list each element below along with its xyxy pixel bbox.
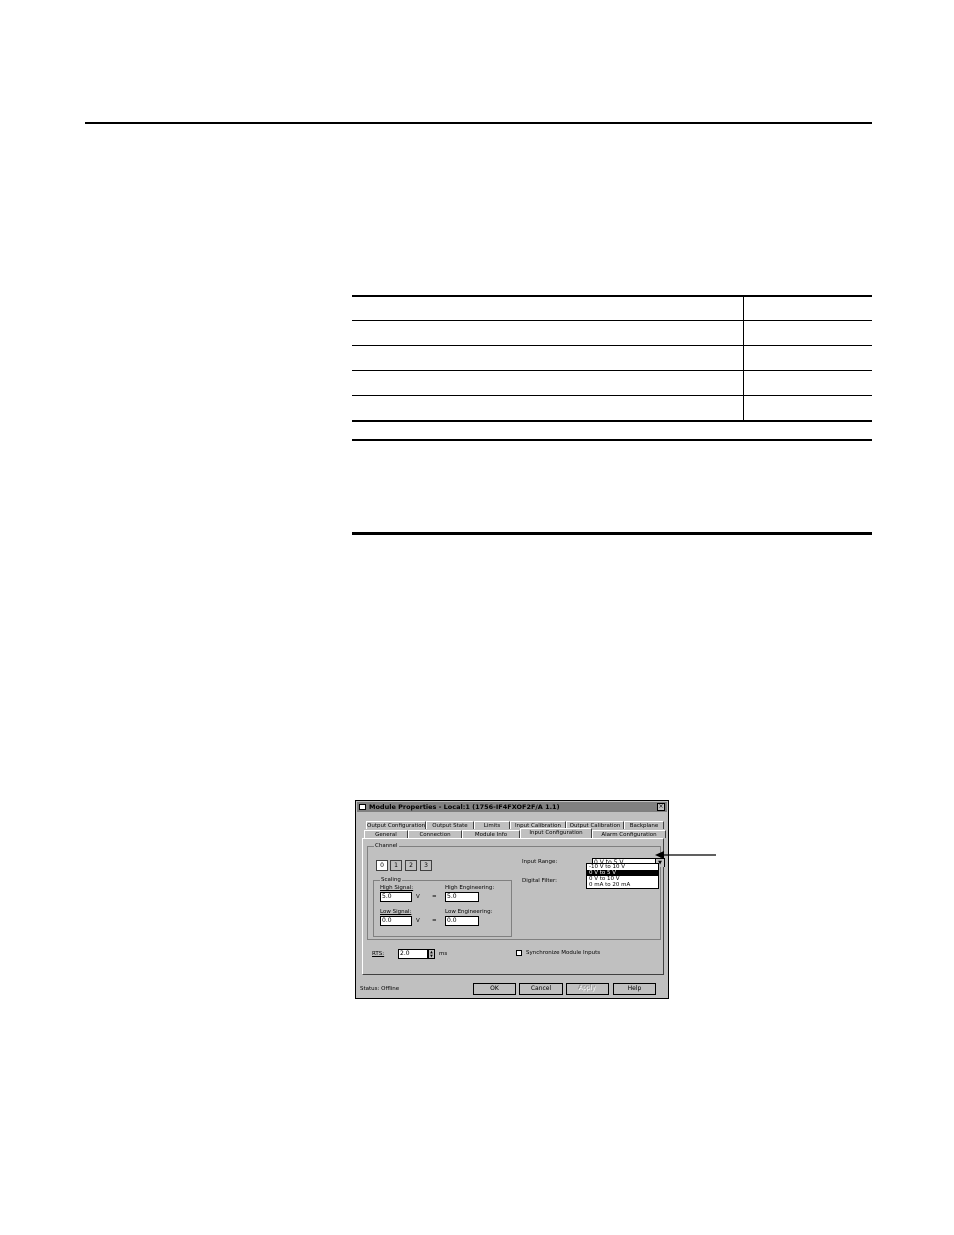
rts-label: RTS:	[372, 951, 385, 957]
callout-arrow-icon	[655, 851, 716, 859]
title-bar: Module Properties - Local:1 (1756-IF4FXO…	[357, 802, 667, 812]
note-top-rule	[352, 439, 872, 441]
high-engineering-label: High Engineering:	[445, 885, 495, 891]
table-column-divider	[743, 296, 744, 421]
tab-limits[interactable]: Limits	[474, 821, 510, 829]
scaling-group-label: Scaling	[380, 877, 402, 883]
sync-module-inputs-checkbox[interactable]	[516, 950, 522, 956]
digital-filter-label: Digital Filter:	[522, 878, 557, 884]
close-button[interactable]: ×	[657, 803, 665, 811]
input-range-option[interactable]: 0 mA to 20 mA	[587, 882, 658, 888]
channel-0-button[interactable]: 0	[376, 860, 388, 871]
tab-module-info[interactable]: Module Info	[462, 830, 520, 838]
high-signal-unit: V	[416, 894, 420, 900]
low-signal-label: Low Signal:	[380, 909, 412, 915]
tab-output-state[interactable]: Output State	[426, 821, 474, 829]
channel-3-button[interactable]: 3	[420, 860, 432, 871]
high-signal-input[interactable]: 5.0	[380, 892, 412, 902]
module-properties-dialog: Module Properties - Local:1 (1756-IF4FXO…	[355, 800, 669, 999]
rts-unit: ms	[439, 951, 448, 957]
high-signal-label: High Signal:	[380, 885, 414, 891]
input-range-label: Input Range:	[522, 859, 558, 865]
scaling-group: Scaling High Signal: 5.0 V = High Engine…	[373, 877, 512, 937]
table-row-rule	[352, 370, 872, 371]
apply-button[interactable]: Apply	[566, 983, 609, 995]
dialog-title: Module Properties - Local:1 (1756-IF4FXO…	[369, 803, 560, 811]
low-signal-input[interactable]: 0.0	[380, 916, 412, 926]
equals-sign: =	[432, 918, 437, 924]
tab-backplane[interactable]: Backplane	[624, 821, 664, 829]
low-engineering-label: Low Engineering:	[445, 909, 493, 915]
input-configuration-panel: Channel 0 1 2 3 Scaling High Signal: 5.0…	[362, 838, 665, 975]
table-row-rule	[352, 320, 872, 321]
channel-2-button[interactable]: 2	[405, 860, 417, 871]
table-row-rule	[352, 345, 872, 346]
low-signal-unit: V	[416, 918, 420, 924]
tab-alarm-configuration[interactable]: Alarm Configuration	[592, 830, 666, 838]
table-top-rule	[352, 295, 872, 297]
help-button[interactable]: Help	[613, 983, 656, 995]
high-engineering-input[interactable]: 5.0	[445, 892, 479, 902]
tab-general[interactable]: General	[364, 830, 408, 838]
tab-output-configuration[interactable]: Output Configuration	[366, 821, 426, 829]
rts-spinner[interactable]: ▲ ▼	[428, 949, 435, 959]
channel-group-label: Channel	[374, 843, 399, 849]
cancel-button[interactable]: Cancel	[519, 983, 563, 995]
channel-1-button[interactable]: 1	[390, 860, 402, 871]
rts-input[interactable]: 2.0	[398, 949, 428, 959]
status-text: Status: Offline	[360, 986, 400, 992]
table-bottom-rule	[352, 420, 872, 422]
note-bottom-rule	[352, 532, 872, 535]
equals-sign: =	[432, 894, 437, 900]
table-row-rule	[352, 395, 872, 396]
channel-group: Channel 0 1 2 3 Scaling High Signal: 5.0…	[367, 843, 665, 940]
system-menu-icon[interactable]	[359, 804, 366, 810]
sync-module-inputs-label: Synchronize Module Inputs	[526, 950, 601, 956]
ok-button[interactable]: OK	[473, 983, 516, 995]
tab-input-configuration[interactable]: Input Configuration	[520, 828, 592, 838]
header-rule	[85, 122, 872, 124]
input-range-dropdown-list: -10 V to 10 V 0 V to 5 V 0 V to 10 V 0 m…	[586, 863, 659, 889]
tab-connection[interactable]: Connection	[408, 830, 462, 838]
low-engineering-input[interactable]: 0.0	[445, 916, 479, 926]
